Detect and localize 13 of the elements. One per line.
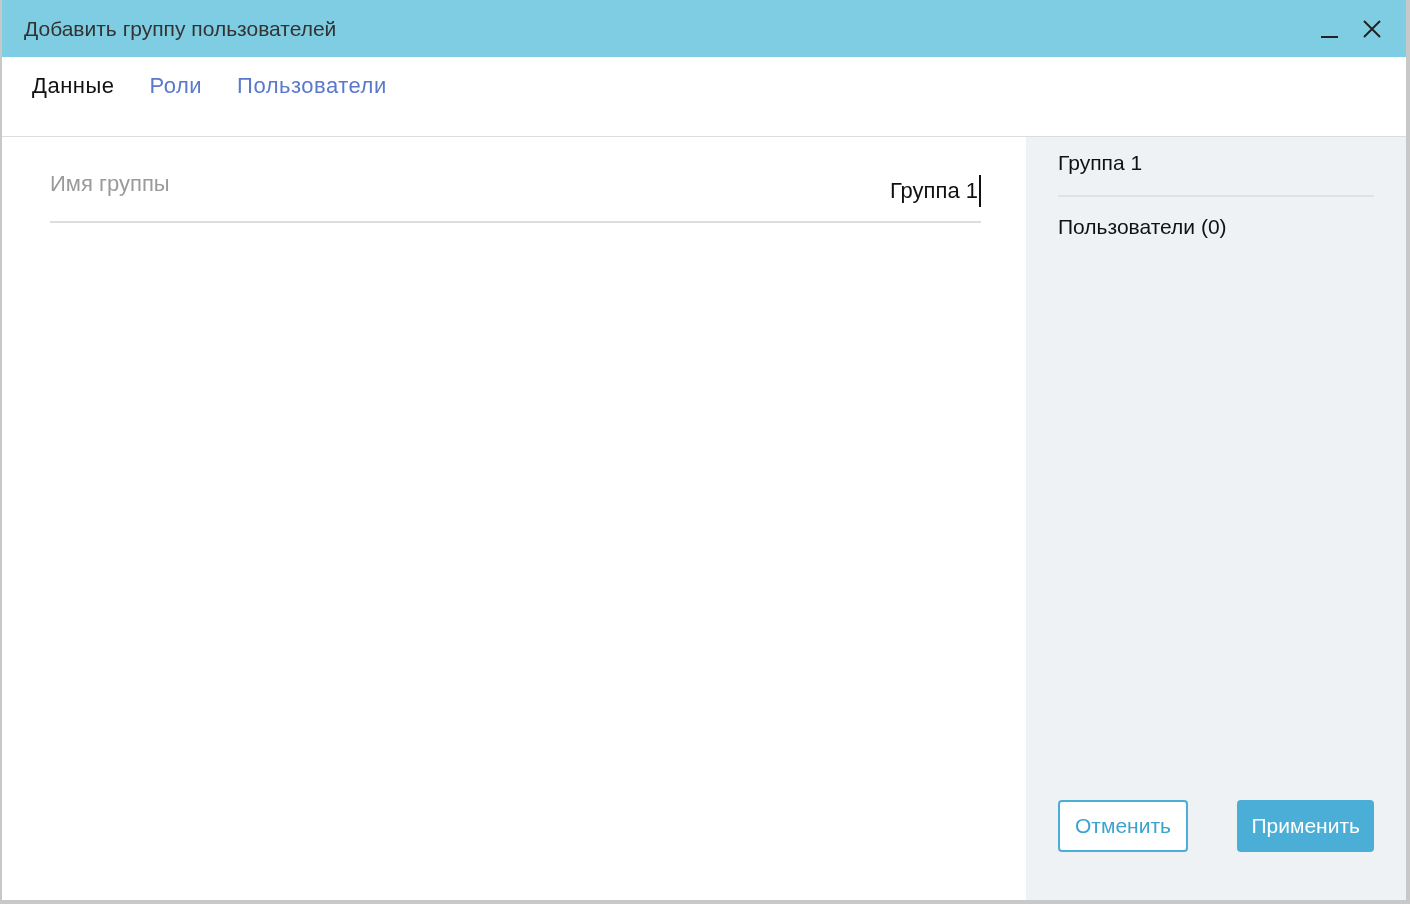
tab[interactable]: Роли [149, 69, 203, 102]
cancel-button[interactable]: Отменить [1058, 800, 1188, 852]
tab[interactable]: Данные [32, 69, 115, 102]
users-count-text: Пользователи (0) [1058, 213, 1228, 240]
tab[interactable]: Пользователи [237, 69, 387, 102]
field-label: Имя группы [50, 170, 170, 198]
field-value: Группа 1 [889, 177, 978, 205]
apply-button[interactable]: Применить [1237, 800, 1374, 852]
window-title: Добавить группу пользователей [24, 15, 337, 42]
group-name-text: Группа 1 [1058, 137, 1374, 197]
close-button[interactable] [1362, 17, 1384, 40]
text-cursor [979, 174, 981, 207]
group-name-field[interactable]: Имя группы Группа 1 [50, 167, 981, 223]
